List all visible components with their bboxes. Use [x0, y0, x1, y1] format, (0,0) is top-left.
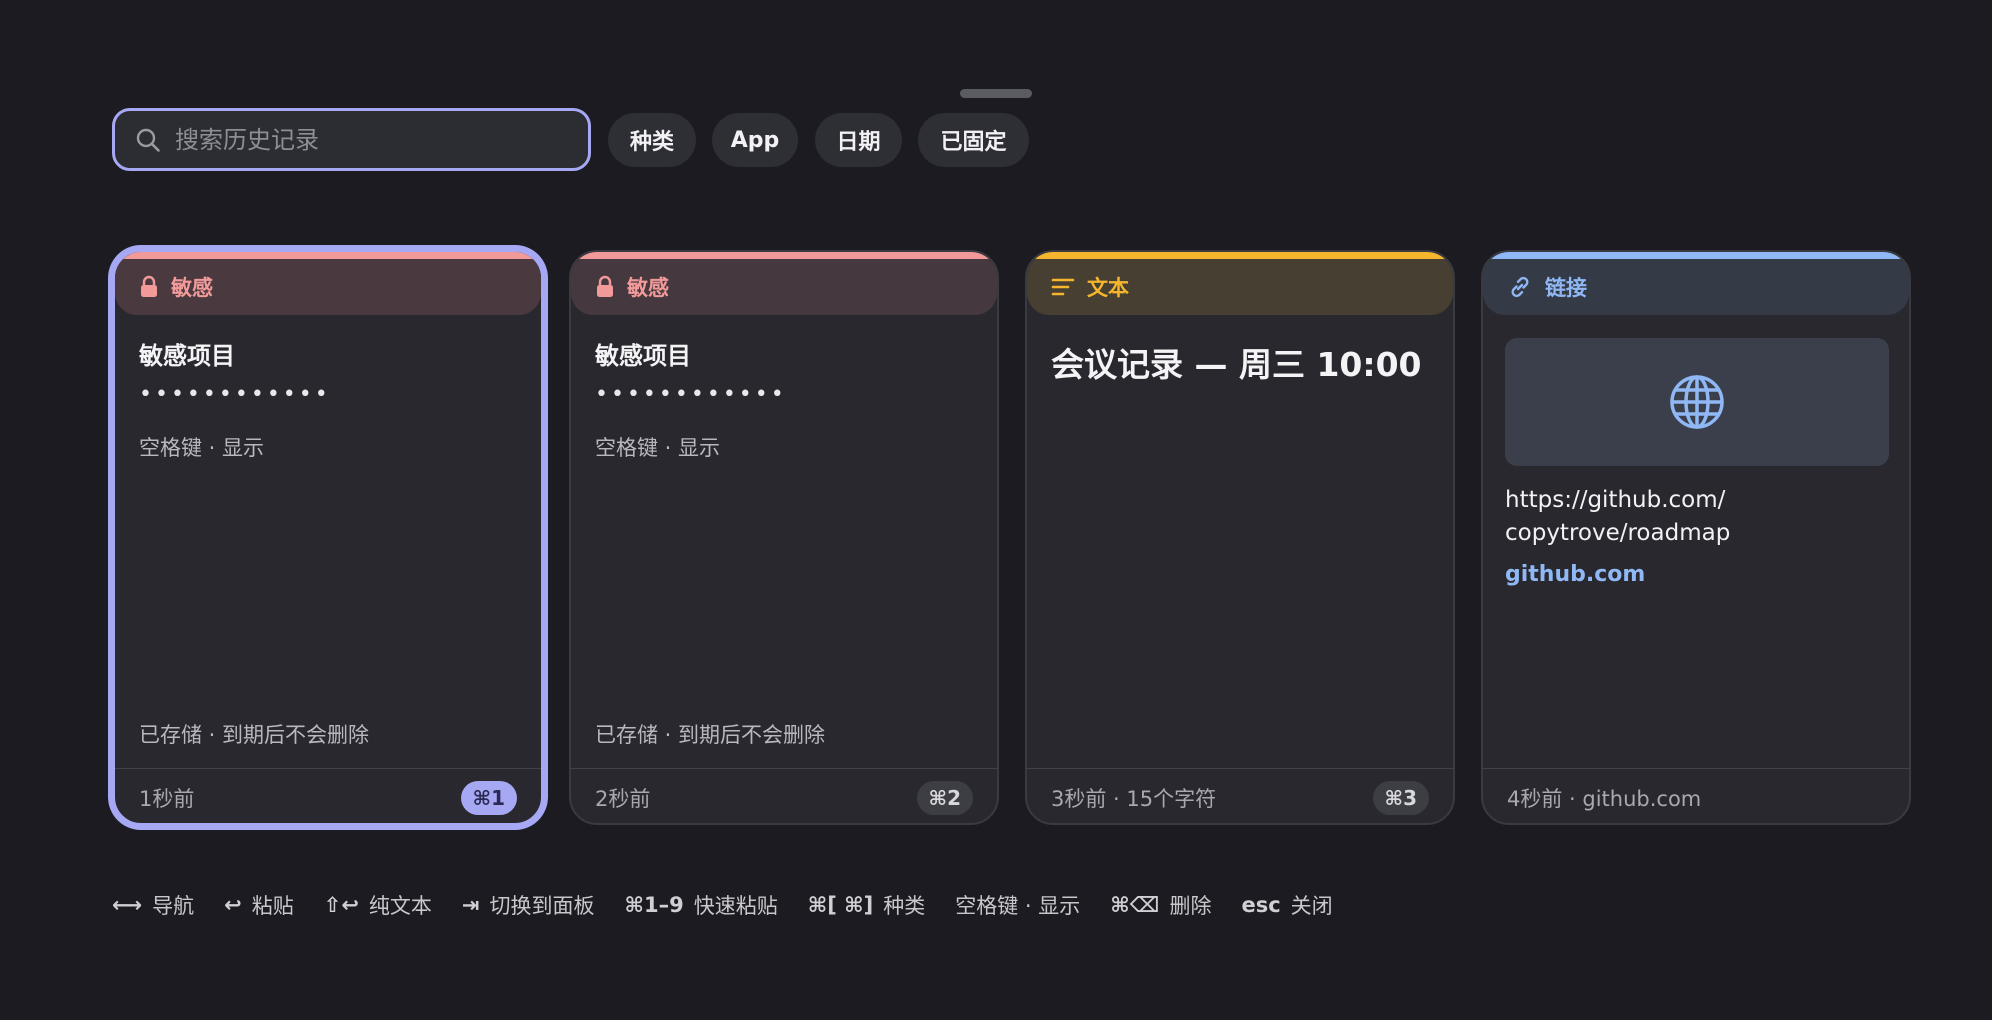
- shortcut-label: 快速粘贴: [693, 894, 778, 918]
- card-footer: 2秒前 ⌘2: [571, 768, 997, 823]
- card-footer: 1秒前 ⌘1: [115, 768, 541, 823]
- shortcut-label: 纯文本: [368, 894, 432, 918]
- shortcut-navigate: ⟷ 导航: [112, 890, 194, 920]
- shortcut-quick-paste: ⌘1–9 快速粘贴: [625, 890, 778, 920]
- storage-note: 已存储 · 到期后不会删除: [139, 723, 370, 747]
- masked-content: ••••••••••••: [139, 382, 331, 407]
- link-url: https://github.com/ copytrove/roadmap: [1505, 484, 1895, 550]
- card-type-label: 文本: [1087, 276, 1129, 300]
- card-header: 链接: [1483, 259, 1909, 315]
- shortcut-switch-panel: ⇥ 切换到面板: [462, 890, 595, 920]
- card-type-label: 敏感: [627, 276, 669, 300]
- shortcut-label: 切换到面板: [489, 894, 595, 918]
- shortcut-close: esc 关闭: [1241, 890, 1332, 920]
- link-url-line-2: copytrove/roadmap: [1505, 520, 1731, 546]
- link-url-line-1: https://github.com/: [1505, 487, 1726, 513]
- clip-card-1[interactable]: 敏感 敏感项目 •••••••••••• 空格键 · 显示 已存储 · 到期后不…: [113, 250, 543, 825]
- reveal-hint: 空格键 · 显示: [595, 436, 721, 460]
- card-title: 敏感项目: [139, 342, 235, 370]
- shortcut-delete: ⌘⌫ 删除: [1110, 890, 1211, 920]
- card-meta: 1秒前: [139, 787, 195, 811]
- shortcut-key: ⇥: [461, 893, 480, 917]
- card-type-label: 链接: [1545, 276, 1587, 300]
- card-type-stripe: [571, 252, 997, 259]
- shortcut-label: 种类: [883, 894, 926, 918]
- card-type-stripe: [1483, 252, 1909, 259]
- shortcut-label: 粘贴: [251, 894, 294, 918]
- filter-pinned-button[interactable]: 已固定: [918, 113, 1029, 167]
- lock-icon: [597, 275, 613, 297]
- filter-date-button[interactable]: 日期: [815, 113, 902, 167]
- clip-card-4[interactable]: 链接 https://github.com/ copytrove/roadmap…: [1481, 250, 1911, 825]
- card-footer: 4秒前 · github.com: [1483, 768, 1909, 823]
- shortcut-label: 删除: [1169, 894, 1212, 918]
- reveal-hint: 空格键 · 显示: [139, 436, 265, 460]
- filter-kind-button[interactable]: 种类: [608, 113, 696, 167]
- filter-app-button[interactable]: App: [712, 113, 798, 167]
- link-icon: [1511, 276, 1529, 298]
- shortcut-key: esc: [1241, 893, 1281, 917]
- card-meta: 4秒前 · github.com: [1507, 787, 1702, 811]
- shortcut-plain-text: ⇧↩ 纯文本: [324, 890, 432, 920]
- drag-handle[interactable]: [960, 89, 1032, 98]
- card-footer: 3秒前 · 15个字符 ⌘3: [1027, 768, 1453, 823]
- lock-icon: [141, 275, 157, 297]
- card-title: 敏感项目: [595, 342, 691, 370]
- search-field[interactable]: [112, 108, 591, 171]
- shortcut-key: ⌘[ ⌘]: [807, 893, 874, 917]
- shortcut-paste: ↩ 粘贴: [224, 890, 294, 920]
- shortcut-bar: ⟷ 导航 ↩ 粘贴 ⇧↩ 纯文本 ⇥ 切换到面板 ⌘1–9 快速粘贴 ⌘[ ⌘] 种类 空格…: [112, 890, 1363, 920]
- shortcut-key: ⌘1–9: [624, 893, 684, 917]
- card-meta: 3秒前 · 15个字符: [1051, 787, 1217, 811]
- clip-card-3[interactable]: 文本 会议记录 — 周三 10:00 3秒前 · 15个字符 ⌘3: [1025, 250, 1455, 825]
- shortcut-label: 空格键 · 显示: [955, 894, 1081, 918]
- card-header: 文本: [1027, 259, 1453, 315]
- link-domain: github.com: [1505, 562, 1646, 587]
- card-type-stripe: [1027, 252, 1453, 259]
- card-type-stripe: [115, 252, 541, 259]
- text-lines-icon: [1051, 278, 1075, 296]
- globe-icon: [1670, 375, 1724, 429]
- clip-card-2[interactable]: 敏感 敏感项目 •••••••••••• 空格键 · 显示 已存储 · 到期后不…: [569, 250, 999, 825]
- card-type-label: 敏感: [171, 276, 213, 300]
- link-preview: [1505, 338, 1889, 466]
- shortcut-reveal: 空格键 · 显示: [955, 890, 1080, 920]
- shortcut-key: ⌘⌫: [1110, 893, 1160, 917]
- shortcut-key: ⇧↩: [323, 893, 359, 917]
- search-icon: [136, 128, 160, 152]
- search-input[interactable]: [175, 125, 555, 154]
- text-content: 会议记录 — 周三 10:00: [1051, 345, 1422, 384]
- quick-paste-shortcut: ⌘1: [460, 781, 517, 815]
- card-header: 敏感: [571, 259, 997, 315]
- shortcut-kind: ⌘[ ⌘] 种类: [808, 890, 925, 920]
- card-header: 敏感: [115, 259, 541, 315]
- quick-paste-shortcut: ⌘2: [916, 781, 973, 815]
- shortcut-label: 导航: [152, 894, 195, 918]
- card-meta: 2秒前: [595, 787, 651, 811]
- quick-paste-shortcut: ⌘3: [1372, 781, 1429, 815]
- shortcut-label: 关闭: [1290, 894, 1333, 918]
- masked-content: ••••••••••••: [595, 382, 787, 407]
- storage-note: 已存储 · 到期后不会删除: [595, 723, 826, 747]
- shortcut-key: ⟷: [112, 893, 143, 917]
- shortcut-key: ↩: [224, 893, 242, 917]
